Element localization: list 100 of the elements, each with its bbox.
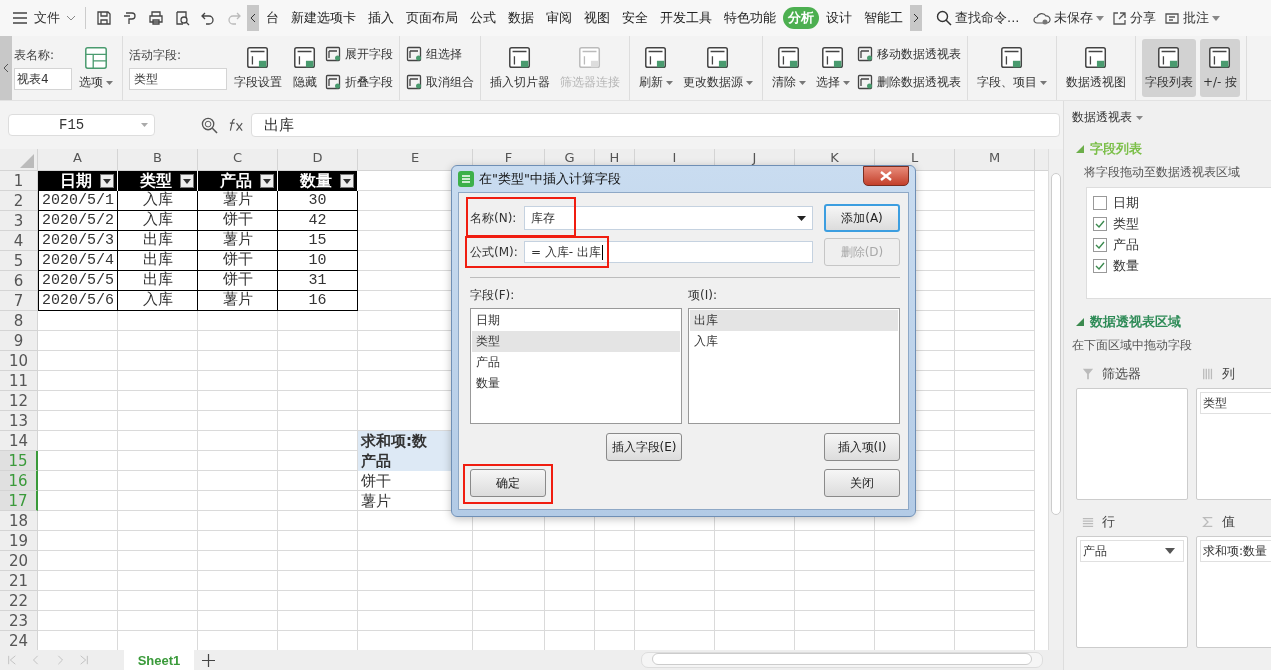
list-item[interactable]: 数量 <box>472 373 680 394</box>
insert-item-button[interactable]: 插入项(I) <box>824 433 900 461</box>
ribbon-tab[interactable]: 插入 <box>363 7 399 29</box>
field-checkbox[interactable]: 产品 <box>1087 234 1271 255</box>
row-header[interactable]: 6 <box>0 271 38 291</box>
ribbon-button[interactable]: 删除数据透视表 <box>857 72 961 92</box>
row-header[interactable]: 12 <box>0 391 38 411</box>
save-status-button[interactable]: 未保存 <box>1033 9 1105 27</box>
field-checkbox[interactable]: 日期 <box>1087 192 1271 213</box>
list-item[interactable]: 出库 <box>690 310 898 331</box>
ribbon-button[interactable]: 移动数据透视表 <box>857 44 961 64</box>
row-header[interactable]: 23 <box>0 611 38 631</box>
ribbon-tab[interactable]: 智能工 <box>859 7 908 29</box>
ribbon-tab[interactable]: 安全 <box>617 7 653 29</box>
ribbon-tab[interactable]: 审阅 <box>541 7 577 29</box>
ribbon-button[interactable]: 展开字段 <box>325 44 393 64</box>
row-header[interactable]: 10 <box>0 351 38 371</box>
search-button[interactable]: 查找命令... <box>936 9 1020 27</box>
column-header[interactable]: B <box>118 149 198 171</box>
zoom-icon[interactable] <box>201 116 218 134</box>
column-header[interactable]: M <box>955 149 1035 171</box>
drop-area[interactable]: 产品 <box>1076 536 1188 648</box>
list-item[interactable]: 日期 <box>472 310 680 331</box>
drop-area[interactable]: 求和项:数量 <box>1196 536 1271 648</box>
name-box[interactable]: F15 <box>8 114 155 136</box>
row-header[interactable]: 8 <box>0 311 38 331</box>
row-header[interactable]: 9 <box>0 331 38 351</box>
ribbon-button[interactable]: 插入切片器 <box>487 39 553 97</box>
row-header[interactable]: 5 <box>0 251 38 271</box>
filter-dropdown-icon[interactable] <box>180 174 194 188</box>
save-icon[interactable] <box>96 10 112 26</box>
formula-field[interactable]: 出库 <box>251 113 1060 137</box>
field-chip[interactable]: 产品 <box>1080 540 1184 562</box>
row-header[interactable]: 2 <box>0 191 38 211</box>
row-header[interactable]: 21 <box>0 571 38 591</box>
formula-input[interactable]: = 入库- 出库 <box>524 241 813 263</box>
ribbon-button[interactable]: 选择 <box>813 39 853 97</box>
share-button[interactable]: 分享 <box>1112 9 1157 27</box>
ribbon-button[interactable]: 折叠字段 <box>325 72 393 92</box>
add-sheet-icon[interactable] <box>202 653 215 667</box>
comment-button[interactable]: 批注 <box>1164 9 1221 27</box>
filter-dropdown-icon[interactable] <box>340 174 354 188</box>
row-header[interactable]: 1 <box>0 171 38 191</box>
list-item[interactable]: 入库 <box>690 331 898 352</box>
ribbon-tab[interactable]: 视图 <box>579 7 615 29</box>
scroll-right-button[interactable] <box>910 5 922 31</box>
pivot-panel-menu[interactable]: 数据透视表 <box>1072 109 1143 126</box>
horizontal-scrollbar[interactable] <box>641 652 1043 668</box>
ribbon-button[interactable]: 选项 <box>76 39 116 97</box>
ribbon-button[interactable]: 字段、项目 <box>974 39 1050 97</box>
active-field-field[interactable]: 类型 <box>129 67 227 90</box>
ribbon-tab[interactable]: 开发工具 <box>655 7 717 29</box>
ribbon-tab[interactable]: 设计 <box>821 7 857 29</box>
column-header[interactable]: A <box>38 149 118 171</box>
ribbon-button[interactable]: 取消组合 <box>406 72 474 92</box>
ribbon-button[interactable]: 字段设置 <box>231 39 285 97</box>
scroll-left-button[interactable] <box>247 5 259 31</box>
ribbon-button[interactable]: 数据透视图 <box>1063 39 1129 97</box>
row-header[interactable]: 11 <box>0 371 38 391</box>
ribbon-button[interactable]: 更改数据源 <box>680 39 756 97</box>
row-header[interactable]: 7 <box>0 291 38 311</box>
name-combo-box[interactable]: 库存 <box>524 206 813 230</box>
field-checkbox[interactable]: 数量 <box>1087 255 1271 276</box>
ribbon-button[interactable]: +/- 按 <box>1200 39 1241 97</box>
row-header[interactable]: 3 <box>0 211 38 231</box>
brush-icon[interactable] <box>122 10 138 26</box>
insert-field-button[interactable]: 插入字段(E) <box>606 433 682 461</box>
field-chip[interactable]: 类型 <box>1200 392 1271 414</box>
function-icon[interactable] <box>228 118 245 132</box>
column-header[interactable]: E <box>358 149 473 171</box>
ribbon-tab[interactable]: 公式 <box>465 7 501 29</box>
field-chip[interactable]: 求和项:数量 <box>1200 540 1271 562</box>
column-header[interactable]: C <box>198 149 278 171</box>
add-button[interactable]: 添加(A) <box>824 204 900 232</box>
file-menu[interactable]: 文件 <box>0 5 80 31</box>
ribbon-tab[interactable]: 台 <box>261 7 284 29</box>
row-header[interactable]: 24 <box>0 631 38 651</box>
close-button[interactable] <box>863 166 909 186</box>
undo-icon[interactable] <box>200 10 216 26</box>
ribbon-tab[interactable]: 页面布局 <box>401 7 463 29</box>
drop-area[interactable]: 类型 <box>1196 388 1271 500</box>
collapse-triangle-icon[interactable] <box>1076 318 1084 326</box>
ribbon-button[interactable]: 清除 <box>769 39 809 97</box>
row-header[interactable]: 20 <box>0 551 38 571</box>
table-name-field[interactable]: 视表4 <box>14 67 72 90</box>
row-header[interactable]: 19 <box>0 531 38 551</box>
ribbon-tab[interactable]: 特色功能 <box>719 7 781 29</box>
ribbon-button[interactable]: 字段列表 <box>1142 39 1196 97</box>
close-dialog-button[interactable]: 关闭 <box>824 469 900 497</box>
row-header[interactable]: 18 <box>0 511 38 531</box>
ribbon-tab[interactable]: 数据 <box>503 7 539 29</box>
row-header[interactable]: 22 <box>0 591 38 611</box>
ribbon-button[interactable]: 刷新 <box>636 39 676 97</box>
ok-button[interactable]: 确定 <box>470 469 546 497</box>
column-header[interactable]: D <box>278 149 358 171</box>
ribbon-button[interactable]: 组选择 <box>406 44 474 64</box>
field-checkbox[interactable]: 类型 <box>1087 213 1271 234</box>
ribbon-tab[interactable]: 新建选项卡 <box>286 7 361 29</box>
row-header[interactable]: 14 <box>0 431 38 451</box>
row-header[interactable]: 4 <box>0 231 38 251</box>
